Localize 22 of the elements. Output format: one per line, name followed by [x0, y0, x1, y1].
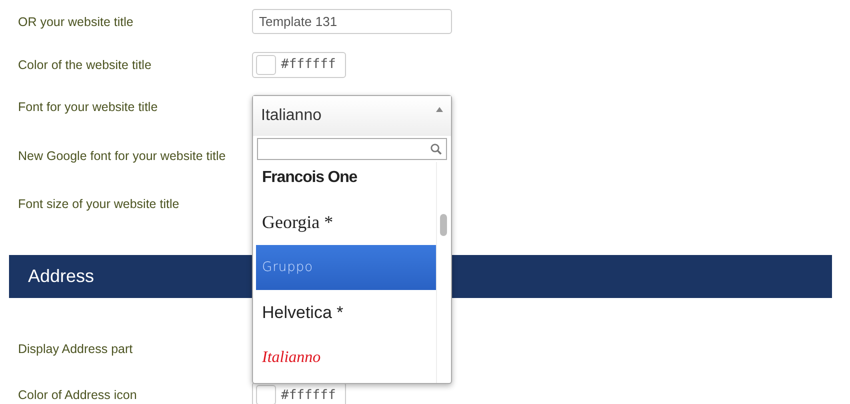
title-input[interactable]: Template 131: [252, 9, 452, 34]
color-swatch[interactable]: [256, 385, 276, 404]
search-icon: [430, 143, 442, 155]
field-label: Display Address part: [18, 342, 134, 356]
color-swatch[interactable]: [256, 54, 276, 74]
font-option[interactable]: Italianno: [256, 335, 436, 380]
font-dropdown[interactable]: Italianno Francois One Georgia * Gruppo Helvetica * Italianno: [252, 95, 452, 384]
font-option[interactable]: Francois One: [256, 162, 436, 200]
section-title: Address: [28, 266, 94, 287]
caret-icon[interactable]: [436, 106, 443, 112]
field-label: Color of the website title: [18, 58, 152, 72]
field-label: Font size of your website title: [18, 197, 180, 211]
font-option[interactable]: Gruppo: [256, 245, 436, 290]
field-label: New Google font for your website title: [18, 148, 227, 162]
search-field[interactable]: [257, 138, 447, 160]
font-option[interactable]: Helvetica *: [256, 290, 436, 335]
field-label: OR your website title: [18, 14, 134, 28]
field-label: Font for your website title: [18, 100, 159, 114]
font-option[interactable]: Georgia *: [256, 200, 436, 245]
selected-font: Italianno: [261, 107, 322, 125]
field-label: Color of Address icon: [18, 388, 138, 402]
color-field[interactable]: #ffffff: [252, 52, 346, 78]
